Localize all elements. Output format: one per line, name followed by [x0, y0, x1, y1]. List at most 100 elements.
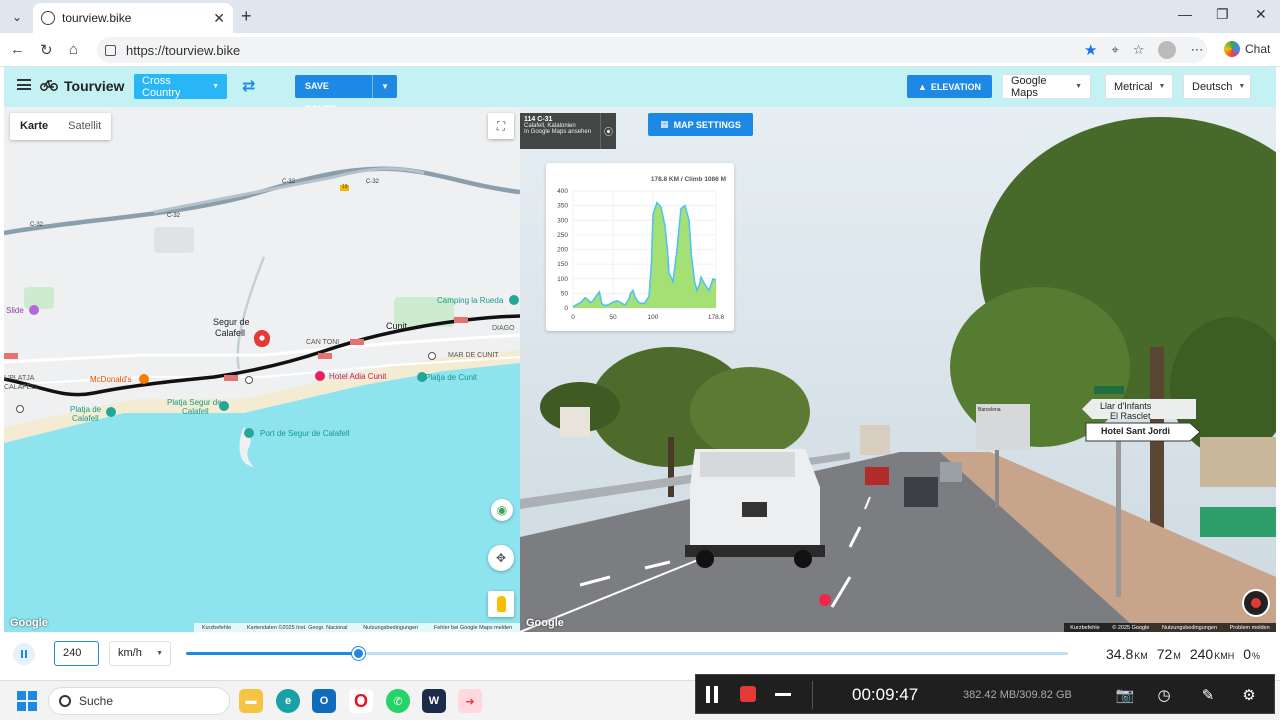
speed-input[interactable]: 240: [54, 641, 99, 666]
poi-label[interactable]: Calafell: [182, 407, 209, 416]
progress-slider[interactable]: [186, 647, 1068, 660]
profile-avatar[interactable]: [1158, 41, 1177, 59]
x-tick-label: 100: [648, 314, 659, 321]
poi-label[interactable]: Camping la Rueda: [437, 296, 503, 305]
pegman-icon[interactable]: [488, 591, 514, 617]
timer-icon[interactable]: ◷: [1154, 685, 1174, 705]
road-badge: 19: [342, 184, 348, 190]
chat-label: Chat: [1245, 42, 1271, 56]
new-tab-plus-icon[interactable]: +: [241, 6, 252, 27]
copilot-chat-button[interactable]: Chat: [1224, 41, 1270, 57]
street-view-compass-icon[interactable]: [1242, 589, 1270, 617]
hamburger-menu-icon[interactable]: [17, 79, 31, 90]
y-tick-label: 50: [561, 290, 569, 297]
brand[interactable]: Tourview: [40, 78, 124, 94]
poi-label[interactable]: Platja de Cunit: [425, 373, 477, 382]
recenter-icon[interactable]: ✥: [488, 545, 514, 571]
route-type-dropdown[interactable]: Cross Country ▼: [134, 74, 227, 99]
camera-icon[interactable]: 📷: [1115, 685, 1135, 705]
elevation-chart-card: 178.8 KM / Climb 1086 M 0 50 100 150 200 250 30…: [546, 163, 734, 331]
poi-label[interactable]: Platja Segur de: [167, 398, 222, 407]
progress-thumb[interactable]: [351, 647, 365, 660]
poi-label[interactable]: Hotel Adia Cunit: [329, 372, 386, 381]
units-select[interactable]: Metrical ▼: [1105, 74, 1173, 99]
attribution-report[interactable]: Problem melden: [1230, 625, 1270, 631]
attribution-copyright: © 2025 Google: [1112, 624, 1150, 631]
windows-start-icon[interactable]: [17, 691, 37, 711]
place-label: CAN TONI: [306, 339, 340, 346]
tab-karte[interactable]: Karte: [10, 113, 58, 140]
home-icon[interactable]: ⌂: [69, 41, 78, 58]
file-explorer-icon[interactable]: ▬: [239, 689, 263, 713]
attribution-terms[interactable]: Nutzungsbedingungen: [1162, 625, 1217, 631]
map-canvas: [4, 166, 520, 632]
attribution-shortcuts[interactable]: Kurzbefehle: [202, 625, 231, 631]
recorder-app-icon[interactable]: ➜: [458, 689, 482, 713]
more-options-icon[interactable]: ⋯: [1190, 42, 1203, 58]
attribution-report[interactable]: Fehler bei Google Maps melden: [434, 625, 512, 631]
refresh-icon[interactable]: ↻: [40, 41, 53, 59]
fullscreen-icon[interactable]: ⛶: [488, 113, 514, 139]
map-pin-icon[interactable]: ⦿: [600, 113, 616, 149]
route-map[interactable]: Karte Satellit ⛶ C-32 C-32 C-32 C-32 19 …: [4, 107, 520, 632]
maximize-icon[interactable]: ❐: [1216, 6, 1229, 23]
outlook-icon[interactable]: O: [312, 689, 336, 713]
pause-button[interactable]: [13, 643, 35, 665]
attribution-terms[interactable]: Nutzungsbedingungen: [363, 625, 418, 631]
place-label: Segur de: [213, 317, 250, 327]
street-sign-text: Hotel Sant Jordi: [1101, 426, 1171, 436]
favorites-icon[interactable]: ☆: [1133, 42, 1145, 58]
poi-label[interactable]: Port de Segur de Calafell: [260, 429, 349, 438]
minimize-icon[interactable]: —: [1178, 6, 1192, 22]
map-provider-select[interactable]: Google Maps ▼: [1002, 74, 1091, 99]
browser-tab[interactable]: tourview.bike ✕: [33, 3, 233, 33]
poi-label[interactable]: McDonald's: [90, 375, 132, 384]
speed-unit-select[interactable]: km/h ▼: [109, 641, 171, 666]
edge-icon[interactable]: e: [276, 689, 300, 713]
location-pin-icon[interactable]: ⌖: [1111, 42, 1118, 58]
attribution-shortcuts[interactable]: Kurzbefehle: [1070, 625, 1099, 631]
street-sign-text: Barcelona: [978, 407, 1001, 413]
elevation-button[interactable]: ▲ ELEVATION: [907, 75, 992, 98]
place-label: Calafell: [215, 328, 246, 338]
back-arrow-icon[interactable]: ←: [10, 41, 25, 58]
edit-icon[interactable]: ✎: [1198, 685, 1218, 705]
caret-down-icon: ▼: [1158, 83, 1166, 90]
window-close-icon[interactable]: ✕: [1255, 6, 1267, 23]
save-route-label: SAVE ROUTE: [295, 75, 374, 114]
tab-satellit[interactable]: Satellit: [58, 113, 111, 140]
language-select[interactable]: Deutsch ▼: [1183, 74, 1251, 99]
y-tick-label: 100: [557, 276, 568, 283]
save-route-caret-icon[interactable]: ▼: [373, 82, 397, 91]
taskbar-search[interactable]: Suche: [48, 687, 230, 715]
recorder-pause-icon[interactable]: [706, 686, 718, 703]
save-route-button[interactable]: SAVE ROUTE ▼: [295, 75, 397, 114]
recording-storage: 382.42 MB/309.82 GB: [963, 689, 1072, 701]
poi-label[interactable]: Platja de: [70, 405, 101, 414]
divider: [812, 681, 813, 709]
url-field[interactable]: https://tourview.bike: [97, 37, 1207, 63]
compass-icon[interactable]: ◉: [491, 499, 513, 521]
opera-icon[interactable]: O: [349, 689, 373, 713]
language-value: Deutsch: [1192, 80, 1233, 93]
close-tab-icon[interactable]: ✕: [213, 10, 225, 27]
street-sign-text: El Rasclet: [1110, 411, 1151, 421]
recorder-minimize-icon[interactable]: [775, 693, 791, 696]
street-view-panel[interactable]: Llar d'Infants El Rasclet Hotel Sant Jor…: [520, 107, 1276, 632]
brand-name: Tourview: [64, 78, 125, 94]
poi-label[interactable]: Slide: [6, 306, 24, 315]
place-label: MAR DE CUNIT: [448, 352, 499, 359]
site-info-lock-icon[interactable]: [105, 44, 116, 56]
tab-actions-chevron-icon[interactable]: ⌄: [6, 6, 28, 28]
swap-direction-icon[interactable]: ⇄: [242, 76, 255, 96]
caret-down-icon: ▼: [156, 650, 163, 657]
recorder-stop-icon[interactable]: [740, 686, 756, 702]
poi-label[interactable]: Calafell: [72, 414, 99, 423]
sv-open-in-maps[interactable]: In Google Maps ansehen: [524, 129, 612, 135]
caret-down-icon: ▼: [1075, 83, 1082, 90]
whatsapp-icon[interactable]: ✆: [386, 689, 410, 713]
map-settings-button[interactable]: ▦ MAP SETTINGS: [648, 113, 753, 136]
settings-gear-icon[interactable]: ⚙: [1239, 685, 1259, 705]
app-icon[interactable]: W: [422, 689, 446, 713]
favorite-star-icon[interactable]: ★: [1084, 41, 1097, 59]
